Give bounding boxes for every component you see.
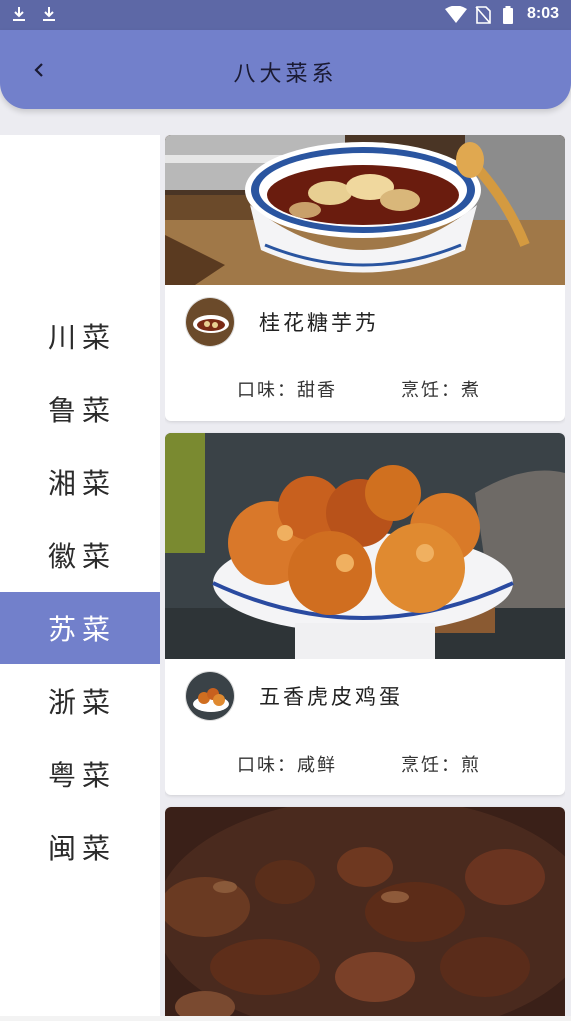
download-icon [43,7,55,21]
sidebar-item-min[interactable]: 闽菜 [0,811,160,883]
sidebar-item-xiang[interactable]: 湘菜 [0,446,160,518]
wifi-icon [445,6,467,23]
download-icon [13,7,25,21]
dish-avatar [185,671,235,721]
cuisine-sidebar: 川菜 鲁菜 湘菜 徽菜 苏菜 浙菜 粤菜 闽菜 [0,135,160,1021]
sidebar-item-lu[interactable]: 鲁菜 [0,373,160,445]
dish-taste: 口味：咸鲜 [237,755,337,776]
dish-photo [165,135,565,285]
sidebar-item-chuan[interactable]: 川菜 [0,300,160,372]
sidebar-item-zhe[interactable]: 浙菜 [0,665,160,737]
sidebar-item-su[interactable]: 苏菜 [0,592,160,664]
status-time: 8:03 [526,5,559,22]
no-sim-icon [475,6,491,24]
dish-cooking-method: 烹饪：煮 [401,380,481,401]
sidebar-item-hui[interactable]: 徽菜 [0,519,160,591]
app-bar: 八大菜系 [0,30,571,109]
dish-name: 五香虎皮鸡蛋 [259,685,403,709]
dish-name: 桂花糖芋艿 [259,311,379,335]
bottom-edge [0,1016,571,1021]
dish-card[interactable]: 五香虎皮鸡蛋 口味：咸鲜 烹饪：煎 [165,433,565,795]
dish-card[interactable]: 桂花糖芋艿 口味：甜香 烹饪：煮 [165,135,565,421]
dish-taste: 口味：甜香 [237,380,337,401]
page-title: 八大菜系 [233,62,338,87]
battery-icon [503,6,513,24]
dish-photo [165,433,565,659]
sidebar-item-yue[interactable]: 粤菜 [0,738,160,810]
dish-photo [165,807,565,1021]
dish-avatar [185,297,235,347]
dish-list: 桂花糖芋艿 口味：甜香 烹饪：煮 五香虎皮鸡蛋 口味：咸鲜 烹饪：煎 [165,135,565,1021]
dish-cooking-method: 烹饪：煎 [401,755,481,776]
status-bar: 8:03 [0,0,571,30]
dish-card[interactable] [165,807,565,1021]
